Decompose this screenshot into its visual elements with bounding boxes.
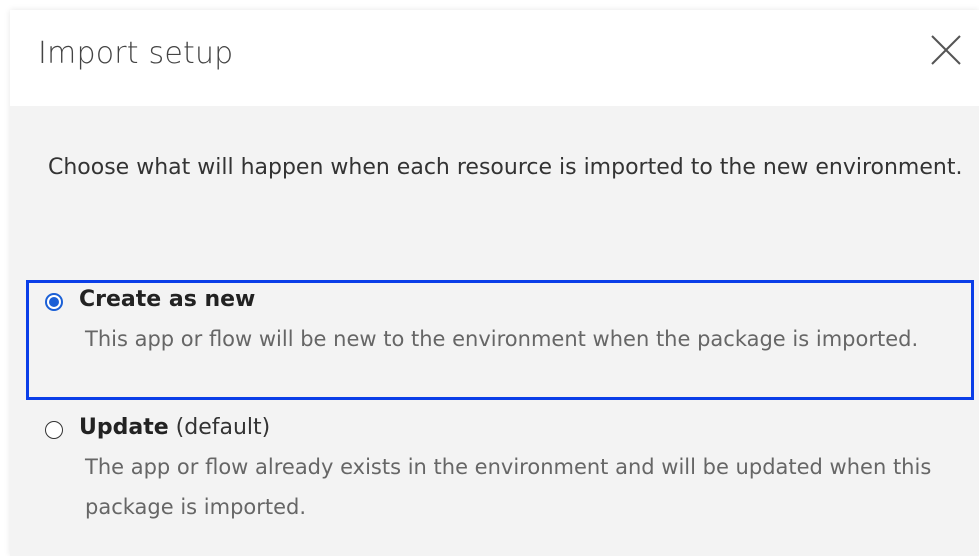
radio-update[interactable] (45, 421, 63, 439)
option-create-as-new[interactable]: Create as new This app or flow will be n… (26, 280, 974, 400)
import-setup-dialog: Import setup Choose what will happen whe… (10, 10, 979, 556)
option-label-suffix: (default) (175, 415, 271, 440)
dialog-title: Import setup (38, 36, 234, 71)
option-update[interactable]: Update (default) The app or flow already… (26, 408, 974, 548)
option-label-text: Create as new (79, 287, 256, 312)
option-description: The app or flow already exists in the en… (85, 455, 932, 519)
option-label: Update (default) (79, 411, 270, 445)
option-description: This app or flow will be new to the envi… (85, 327, 919, 351)
option-label-text: Update (79, 415, 169, 440)
option-label: Create as new (79, 283, 255, 317)
close-icon[interactable] (928, 32, 964, 68)
dialog-description: Choose what will happen when each resour… (48, 155, 963, 180)
radio-create-as-new[interactable] (45, 293, 63, 311)
dialog-header: Import setup (10, 10, 979, 106)
